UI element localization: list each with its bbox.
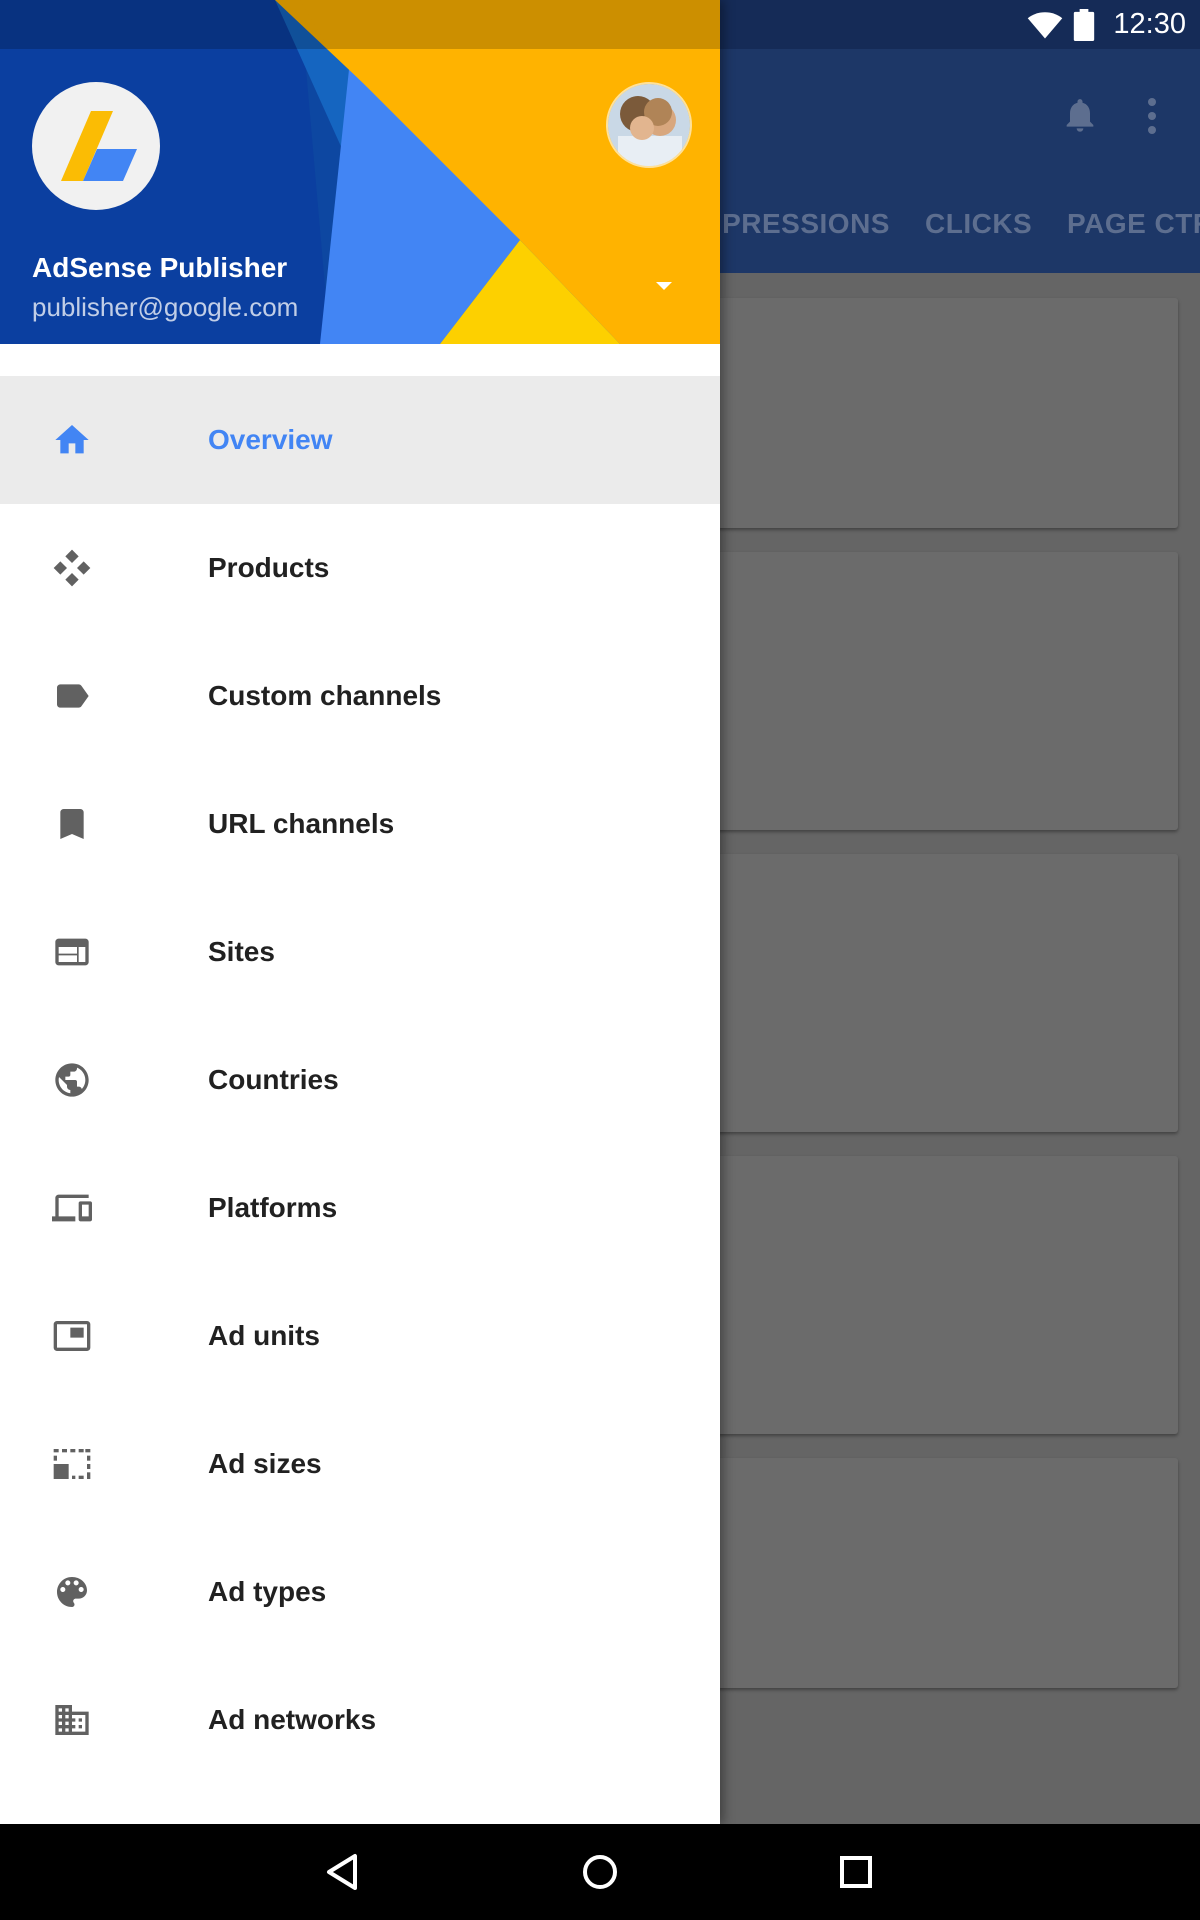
- nav-item-ad-types[interactable]: Ad types: [0, 1528, 720, 1656]
- adsense-logo: [32, 82, 160, 210]
- avatar[interactable]: [606, 82, 692, 168]
- nav-item-countries[interactable]: Countries: [0, 1016, 720, 1144]
- recents-icon: [840, 1856, 872, 1888]
- battery-icon: [1074, 8, 1095, 41]
- bookmark-icon: [48, 800, 96, 848]
- system-navigation-bar: [0, 1824, 1200, 1920]
- drawer-header[interactable]: AdSense Publisher publisher@google.com: [0, 0, 720, 344]
- nav-item-label: Platforms: [208, 1192, 338, 1223]
- tab-clicks[interactable]: CLICKS: [925, 208, 1032, 240]
- drawer-menu: Overview Products Custom channels URL ch…: [0, 376, 720, 1784]
- account-dropdown-icon[interactable]: [652, 278, 676, 294]
- nav-item-overview[interactable]: Overview: [0, 376, 720, 504]
- nav-item-sites[interactable]: Sites: [0, 888, 720, 1016]
- picture-in-picture-icon: [48, 1312, 96, 1360]
- more-options-icon[interactable]: [1140, 96, 1164, 136]
- products-icon: [48, 544, 96, 592]
- selection-icon: [48, 1440, 96, 1488]
- nav-item-custom-channels[interactable]: Custom channels: [0, 632, 720, 760]
- nav-item-label: Ad networks: [208, 1704, 377, 1735]
- back-icon: [327, 1854, 357, 1890]
- business-icon: [48, 1696, 96, 1744]
- nav-item-label: URL channels: [208, 808, 395, 839]
- home-circle-icon: [583, 1855, 617, 1889]
- palette-icon: [48, 1568, 96, 1616]
- clock: 12:30: [1113, 8, 1186, 40]
- nav-item-label: Sites: [208, 936, 275, 967]
- home-icon: [48, 416, 96, 464]
- nav-item-label: Ad sizes: [208, 1448, 322, 1479]
- nav-item-label: Products: [208, 552, 330, 583]
- nav-item-label: Ad units: [208, 1320, 320, 1351]
- status-bar: 12:30: [1027, 0, 1186, 49]
- home-button[interactable]: [572, 1844, 628, 1900]
- tab-page-ctr[interactable]: PAGE CTR: [1067, 208, 1200, 240]
- account-email: publisher@google.com: [32, 292, 299, 322]
- wifi-icon: [1028, 11, 1063, 38]
- nav-item-label: Ad types: [208, 1576, 327, 1607]
- account-name: AdSense Publisher: [32, 252, 288, 283]
- notifications-icon[interactable]: [1060, 93, 1100, 137]
- recents-button[interactable]: [828, 1844, 884, 1900]
- nav-item-label: Custom channels: [208, 680, 442, 711]
- nav-item-platforms[interactable]: Platforms: [0, 1144, 720, 1272]
- nav-item-ad-sizes[interactable]: Ad sizes: [0, 1400, 720, 1528]
- nav-item-label: Overview: [208, 424, 333, 455]
- globe-icon: [48, 1056, 96, 1104]
- nav-item-ad-units[interactable]: Ad units: [0, 1272, 720, 1400]
- nav-item-url-channels[interactable]: URL channels: [0, 760, 720, 888]
- back-button[interactable]: [315, 1844, 371, 1900]
- devices-icon: [48, 1184, 96, 1232]
- nav-item-ad-networks[interactable]: Ad networks: [0, 1656, 720, 1784]
- nav-item-label: Countries: [208, 1064, 339, 1095]
- navigation-drawer: AdSense Publisher publisher@google.com O…: [0, 0, 720, 1824]
- web-icon: [48, 928, 96, 976]
- nav-item-products[interactable]: Products: [0, 504, 720, 632]
- label-icon: [48, 672, 96, 720]
